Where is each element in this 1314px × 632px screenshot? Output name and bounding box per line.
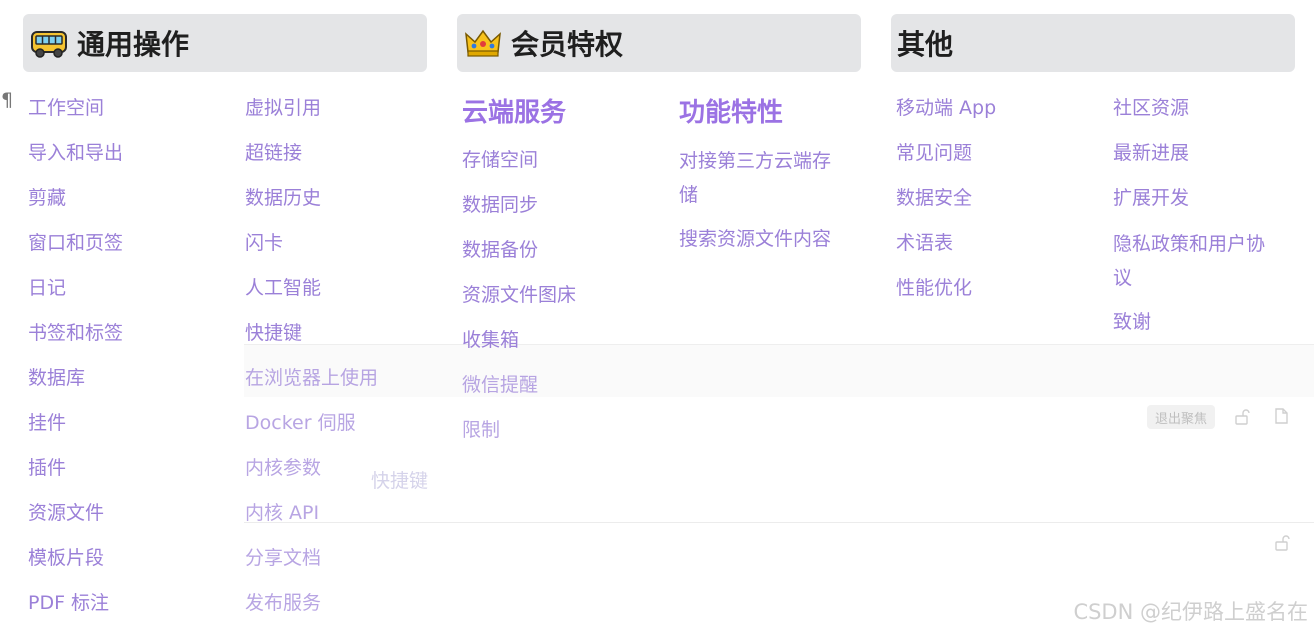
doc-link[interactable]: 书签和标签 (28, 311, 238, 356)
doc-link[interactable]: 对接第三方云端存储 (679, 138, 849, 217)
section-header-membership: 会员特权 (457, 14, 861, 72)
doc-link[interactable]: 最新进展 (1113, 131, 1283, 176)
doc-link[interactable]: 搜索资源文件内容 (679, 217, 849, 262)
doc-link[interactable]: 扩展开发 (1113, 176, 1283, 221)
crown-emoji-icon (465, 29, 501, 57)
doc-link[interactable]: 收集箱 (462, 318, 672, 363)
doc-link[interactable]: 数据库 (28, 356, 238, 401)
doc-link[interactable]: 日记 (28, 266, 238, 311)
doc-link[interactable]: 插件 (28, 446, 238, 491)
doc-link[interactable]: 移动端 App (896, 86, 1106, 131)
doc-link[interactable]: 发布服务 (245, 581, 455, 626)
general-list-2: 虚拟引用 超链接 数据历史 闪卡 人工智能 快捷键 在浏览器上使用 Docker… (245, 86, 455, 626)
doc-link[interactable]: 工作空间 (28, 86, 238, 131)
doc-link[interactable]: 常见问题 (896, 131, 1106, 176)
doc-link[interactable]: 数据安全 (896, 176, 1106, 221)
doc-link[interactable]: 窗口和页签 (28, 221, 238, 266)
doc-link[interactable]: 虚拟引用 (245, 86, 455, 131)
feature-list: 功能特性 对接第三方云端存储 搜索资源文件内容 (679, 86, 849, 262)
doc-link[interactable]: 数据同步 (462, 183, 672, 228)
lock-open-icon[interactable] (1273, 534, 1291, 552)
section-header-other: 其他 (891, 14, 1295, 72)
doc-link[interactable]: 分享文档 (245, 536, 455, 581)
doc-link[interactable]: 快捷键 (245, 311, 455, 356)
cloud-service-list: 云端服务 存储空间 数据同步 数据备份 资源文件图床 收集箱 微信提醒 限制 (462, 86, 672, 453)
doc-link[interactable]: 限制 (462, 408, 672, 453)
ghost-text: 快捷键 (371, 470, 429, 492)
pilcrow-icon[interactable]: ¶ (1, 89, 13, 111)
doc-link[interactable]: 资源文件图床 (462, 273, 672, 318)
doc-link[interactable]: 导入和导出 (28, 131, 238, 176)
lock-open-icon[interactable] (1233, 408, 1251, 426)
section-title: 其他 (897, 28, 954, 61)
document-icon[interactable] (1272, 407, 1290, 425)
section-membership: 会员特权 云端服务 存储空间 数据同步 数据备份 资源文件图床 收集箱 微信提醒… (457, 14, 861, 441)
bus-emoji-icon (31, 31, 67, 58)
exit-focus-button[interactable]: 退出聚焦 (1147, 405, 1215, 429)
doc-link[interactable]: 剪藏 (28, 176, 238, 221)
doc-link[interactable]: 术语表 (896, 221, 1106, 266)
doc-link[interactable]: 隐私政策和用户协议 (1113, 221, 1283, 300)
doc-link[interactable]: 资源文件 (28, 491, 238, 536)
doc-link[interactable]: 模板片段 (28, 536, 238, 581)
doc-link[interactable]: 挂件 (28, 401, 238, 446)
doc-link[interactable]: Docker 伺服 (245, 401, 455, 446)
doc-link[interactable]: 人工智能 (245, 266, 455, 311)
section-header-general: 通用操作 (23, 14, 427, 72)
doc-link[interactable]: 在浏览器上使用 (245, 356, 455, 401)
watermark: CSDN @纪伊路上盛名在 (1073, 600, 1308, 624)
doc-link[interactable]: 致谢 (1113, 300, 1283, 345)
section-other: 其他 移动端 App 常见问题 数据安全 术语表 性能优化 社区资源 最新进展 … (891, 14, 1295, 333)
section-title: 会员特权 (511, 28, 624, 61)
section-title: 通用操作 (77, 28, 190, 61)
doc-link[interactable]: PDF 标注 (28, 581, 238, 626)
doc-link[interactable]: 闪卡 (245, 221, 455, 266)
doc-link[interactable]: 存储空间 (462, 138, 672, 183)
general-list-1: 工作空间 导入和导出 剪藏 窗口和页签 日记 书签和标签 数据库 挂件 插件 资… (28, 86, 238, 626)
doc-link[interactable]: 数据备份 (462, 228, 672, 273)
doc-link[interactable]: 性能优化 (896, 266, 1106, 311)
subheading-features[interactable]: 功能特性 (679, 90, 849, 136)
other-list-2: 社区资源 最新进展 扩展开发 隐私政策和用户协议 致谢 (1113, 86, 1283, 345)
doc-link[interactable]: 超链接 (245, 131, 455, 176)
doc-link[interactable]: 内核 API (245, 491, 455, 536)
doc-link[interactable]: 社区资源 (1113, 86, 1283, 131)
subheading-cloud[interactable]: 云端服务 (462, 90, 672, 136)
doc-link[interactable]: 数据历史 (245, 176, 455, 221)
section-general: 通用操作 工作空间 导入和导出 剪藏 窗口和页签 日记 书签和标签 数据库 挂件… (23, 14, 427, 614)
doc-link[interactable]: 微信提醒 (462, 363, 672, 408)
other-list-1: 移动端 App 常见问题 数据安全 术语表 性能优化 (896, 86, 1106, 311)
